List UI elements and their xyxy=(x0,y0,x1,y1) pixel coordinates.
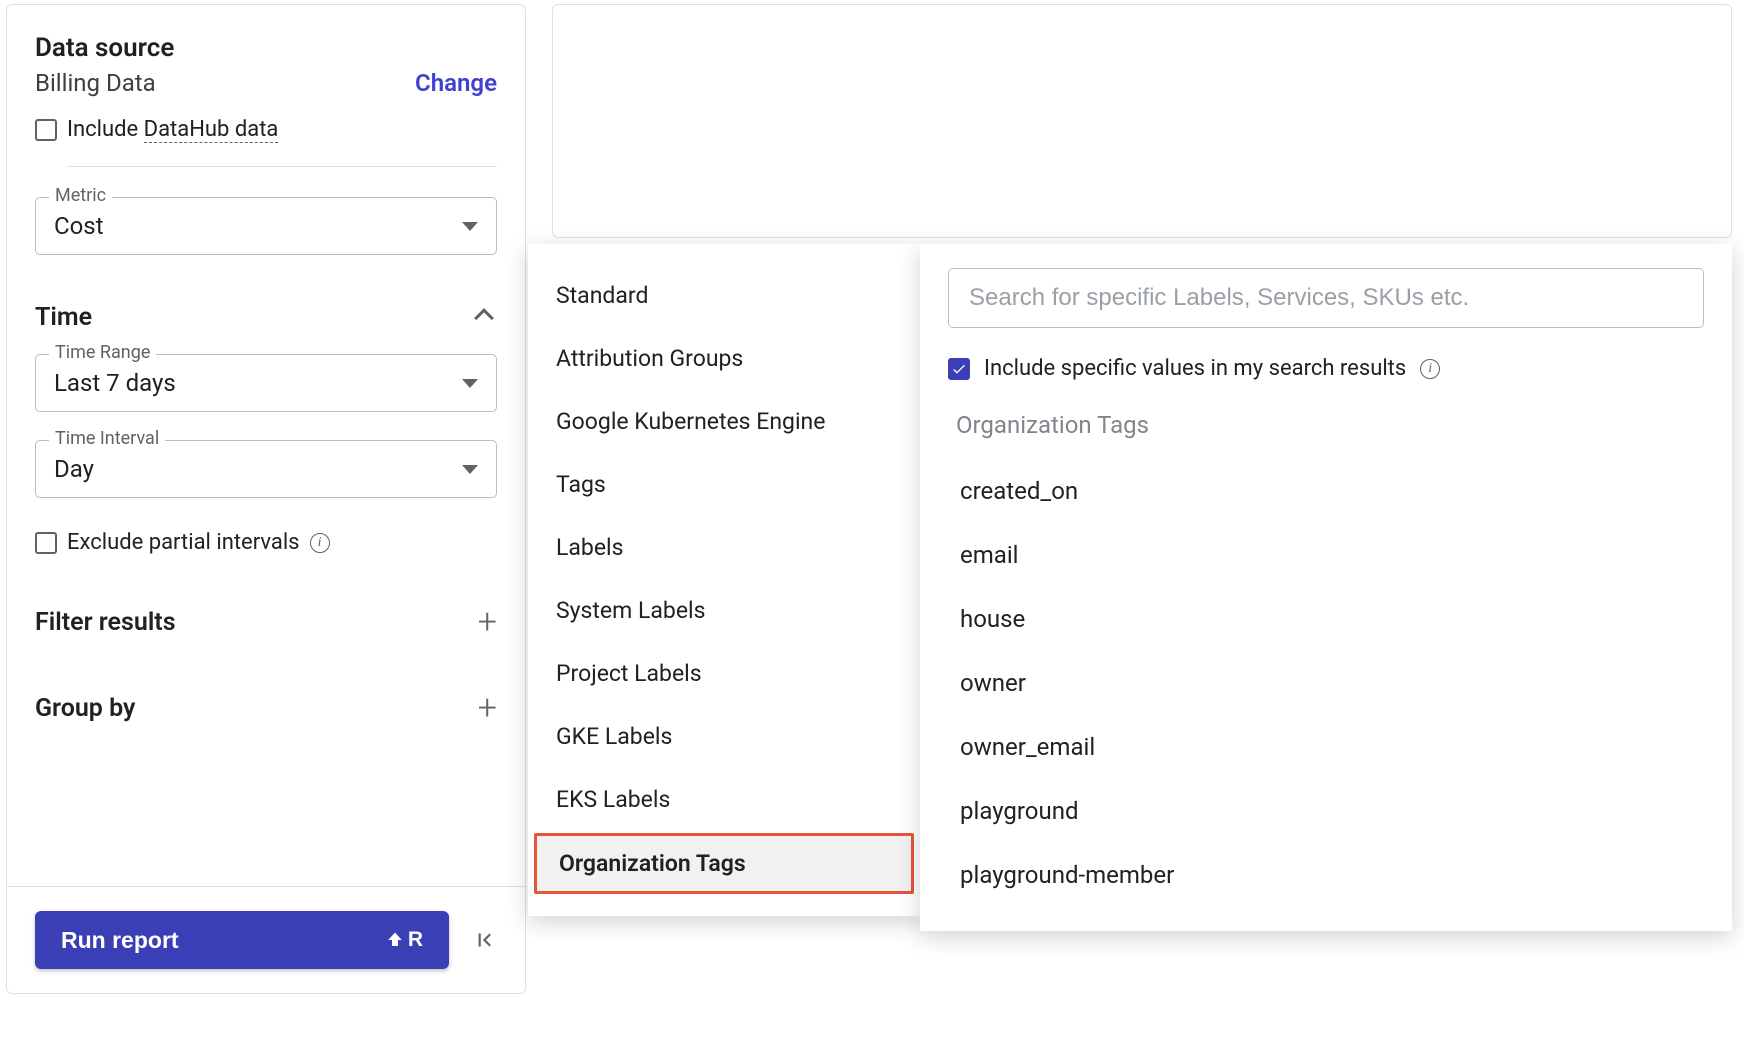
time-range-label: Time Range xyxy=(49,342,156,363)
time-range-select[interactable]: Time Range Last 7 days xyxy=(35,354,497,412)
groupby-results-panel: Include specific values in my search res… xyxy=(920,244,1732,931)
time-interval-value: Day xyxy=(54,455,94,483)
chevron-up-icon[interactable] xyxy=(474,308,494,328)
groupby-category-flyout: StandardAttribution GroupsGoogle Kuberne… xyxy=(528,244,920,916)
shift-key-icon xyxy=(386,931,404,949)
data-source-value: Billing Data xyxy=(35,69,156,97)
flyout-item[interactable]: GKE Labels xyxy=(528,705,920,768)
search-input[interactable] xyxy=(948,268,1704,328)
include-values-label: Include specific values in my search res… xyxy=(984,356,1406,381)
time-section-title: Time xyxy=(35,303,92,332)
result-item[interactable]: playground-member xyxy=(948,843,1704,907)
time-interval-select[interactable]: Time Interval Day xyxy=(35,440,497,498)
config-sidebar: Data source Billing Data Change Include … xyxy=(6,4,526,994)
chevron-down-icon xyxy=(462,465,478,474)
data-source-title: Data source xyxy=(35,33,497,63)
flyout-item[interactable]: Attribution Groups xyxy=(528,327,920,390)
exclude-partial-label: Exclude partial intervals xyxy=(67,530,300,555)
run-report-label: Run report xyxy=(61,927,179,954)
result-item[interactable]: owner_email xyxy=(948,715,1704,779)
change-data-source-link[interactable]: Change xyxy=(415,69,497,97)
group-by-title: Group by xyxy=(35,694,135,723)
flyout-item[interactable]: Tags xyxy=(528,453,920,516)
flyout-item[interactable]: Labels xyxy=(528,516,920,579)
include-datahub-checkbox[interactable] xyxy=(35,119,57,141)
chevron-down-icon xyxy=(462,379,478,388)
collapse-panel-button[interactable] xyxy=(471,927,497,953)
divider xyxy=(67,166,497,167)
metric-label: Metric xyxy=(49,185,112,206)
result-item[interactable]: playground xyxy=(948,779,1704,843)
include-values-checkbox[interactable] xyxy=(948,358,970,380)
flyout-item[interactable]: Google Kubernetes Engine xyxy=(528,390,920,453)
result-item[interactable]: created_on xyxy=(948,459,1704,523)
time-interval-label: Time Interval xyxy=(49,428,165,449)
results-heading: Organization Tags xyxy=(948,411,1704,439)
metric-value: Cost xyxy=(54,212,104,240)
filter-results-title: Filter results xyxy=(35,608,176,637)
run-report-button[interactable]: Run report R xyxy=(35,911,449,969)
result-item[interactable]: owner xyxy=(948,651,1704,715)
run-report-shortcut: R xyxy=(386,928,423,952)
flyout-item[interactable]: Organization Tags xyxy=(534,833,914,894)
add-groupby-button[interactable]: + xyxy=(478,691,497,725)
result-item[interactable]: email xyxy=(948,523,1704,587)
add-filter-button[interactable]: + xyxy=(478,605,497,639)
flyout-item[interactable]: Project Labels xyxy=(528,642,920,705)
include-datahub-label: Include DataHub data xyxy=(67,117,278,142)
info-icon[interactable]: i xyxy=(310,533,330,553)
flyout-item[interactable]: Standard xyxy=(528,264,920,327)
flyout-item[interactable]: System Labels xyxy=(528,579,920,642)
exclude-partial-checkbox[interactable] xyxy=(35,532,57,554)
chevron-down-icon xyxy=(462,222,478,231)
main-content-card xyxy=(552,4,1732,238)
flyout-item[interactable]: EKS Labels xyxy=(528,768,920,831)
info-icon[interactable]: i xyxy=(1420,359,1440,379)
metric-select[interactable]: Metric Cost xyxy=(35,197,497,255)
time-range-value: Last 7 days xyxy=(54,369,176,397)
result-item[interactable]: house xyxy=(948,587,1704,651)
